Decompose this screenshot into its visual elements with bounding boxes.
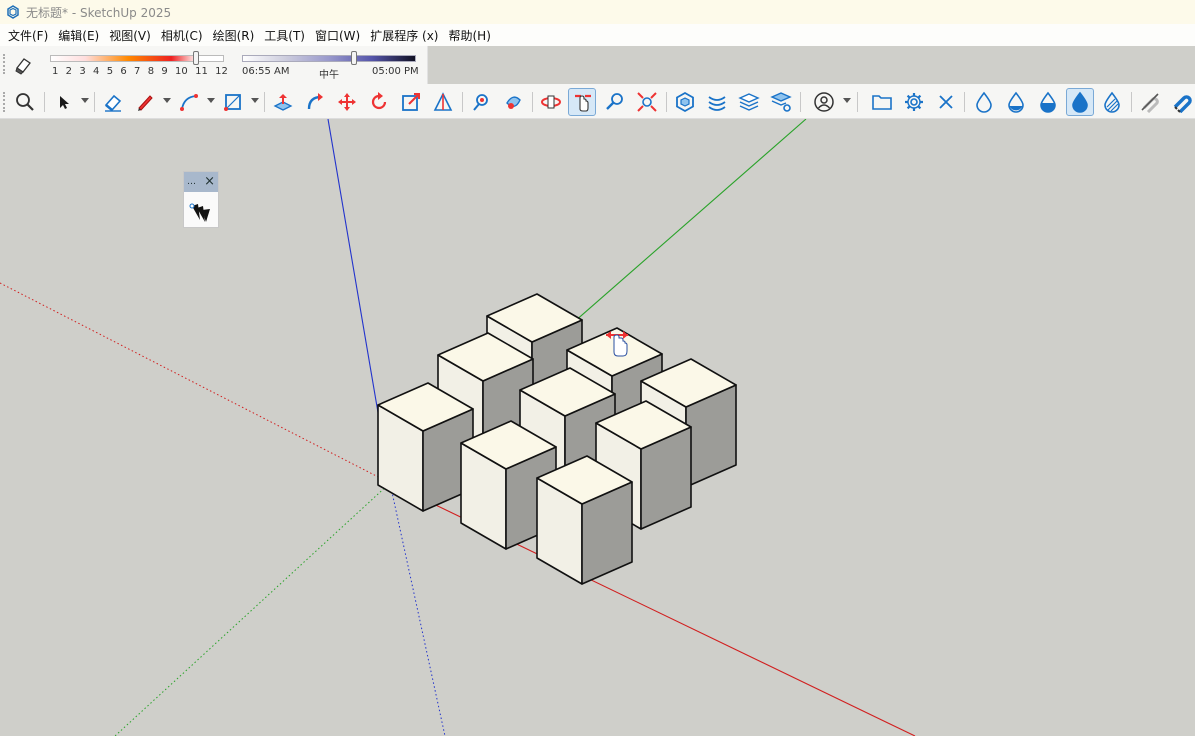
push-pull-icon[interactable] — [269, 88, 297, 116]
scale-icon[interactable] — [397, 88, 425, 116]
month-tick: 11 — [195, 66, 208, 77]
model-viewport[interactable] — [0, 119, 1195, 736]
time-start-label: 06:55 AM — [242, 66, 290, 77]
box-group[interactable] — [377, 293, 737, 585]
rotate-icon[interactable] — [365, 88, 393, 116]
tape-icon[interactable] — [429, 88, 457, 116]
menu-view[interactable]: 视图(V) — [105, 27, 155, 44]
month-tick: 1 — [52, 66, 59, 77]
close-icon[interactable]: × — [204, 175, 215, 188]
pan-icon[interactable] — [568, 88, 596, 116]
menu-camera[interactable]: 相机(C) — [157, 27, 207, 44]
toolbar-separator — [800, 92, 801, 112]
folder-icon[interactable] — [868, 88, 896, 116]
month-tick: 3 — [79, 66, 86, 77]
time-end-label: 05:00 PM — [372, 66, 419, 77]
toolbar-separator — [44, 92, 45, 112]
scene-canvas[interactable] — [0, 119, 1195, 736]
month-tick: 10 — [175, 66, 188, 77]
select-arrow-icon[interactable] — [49, 88, 77, 116]
styles-icon[interactable] — [767, 88, 795, 116]
drop-hatched-icon[interactable] — [1098, 88, 1126, 116]
account-icon[interactable] — [810, 88, 838, 116]
toolbar-separator — [264, 92, 265, 112]
zoom-icon[interactable] — [601, 88, 629, 116]
month-tick: 2 — [65, 66, 73, 77]
menu-bar: 文件(F) 编辑(E) 视图(V) 相机(C) 绘图(R) 工具(T) 窗口(W… — [0, 24, 1195, 46]
toolbar-separator — [964, 92, 965, 112]
magnet-off-icon[interactable] — [1136, 88, 1164, 116]
toolbar-separator — [462, 92, 463, 112]
drop-quarter-icon[interactable] — [1002, 88, 1030, 116]
month-tick: 7 — [134, 66, 141, 77]
shadow-toggle-icon[interactable] — [12, 54, 34, 76]
toolbar-separator — [857, 92, 858, 112]
menu-draw[interactable]: 绘图(R) — [209, 27, 259, 44]
magnet-on-icon[interactable] — [1168, 88, 1195, 116]
zoom-extents-icon[interactable] — [633, 88, 661, 116]
move-icon[interactable] — [333, 88, 361, 116]
toolbar-separator — [94, 92, 95, 112]
month-ticks: 1 2 3 4 5 6 7 8 9 10 11 12 — [52, 66, 228, 77]
toolbar-separator — [1131, 92, 1132, 112]
close-x-icon[interactable] — [932, 88, 960, 116]
menu-window[interactable]: 窗口(W) — [311, 27, 364, 44]
month-slider-thumb[interactable] — [193, 51, 199, 65]
settings-gear-icon[interactable] — [900, 88, 928, 116]
shape-dropdown-icon[interactable] — [251, 98, 259, 103]
red-axis-negative — [0, 282, 391, 484]
drop-half-icon[interactable] — [1034, 88, 1062, 116]
account-dropdown-icon[interactable] — [843, 98, 851, 103]
menu-extensions[interactable]: 扩展程序 (x) — [366, 27, 442, 44]
menu-tools[interactable]: 工具(T) — [260, 27, 309, 44]
floating-toolbar[interactable]: … × — [183, 171, 219, 228]
month-tick: 9 — [161, 66, 168, 77]
component-icon[interactable] — [671, 88, 699, 116]
main-toolbar — [0, 84, 1195, 119]
toolbar-grip[interactable] — [3, 92, 5, 112]
title-bar: 无标题* - SketchUp 2025 — [0, 0, 1195, 24]
drop-full-icon[interactable] — [1066, 88, 1094, 116]
toolbar-separator — [532, 92, 533, 112]
position-camera-icon[interactable] — [467, 88, 495, 116]
toolbar-separator — [666, 92, 667, 112]
blue-axis-negative — [389, 482, 446, 736]
line-dropdown-icon[interactable] — [163, 98, 171, 103]
month-tick: 5 — [106, 66, 114, 77]
solid-tools-icon[interactable] — [188, 200, 216, 226]
arc-icon[interactable] — [175, 88, 203, 116]
arc-dropdown-icon[interactable] — [207, 98, 215, 103]
green-axis-negative — [114, 482, 391, 736]
sketchup-logo-icon — [7, 5, 19, 19]
eraser-icon[interactable] — [99, 88, 127, 116]
floating-toolbar-header[interactable]: … × — [184, 172, 218, 192]
month-tick: 12 — [215, 66, 228, 77]
shadow-toolbar: 1 2 3 4 5 6 7 8 9 10 11 12 06:55 AM 中午 0… — [0, 46, 428, 84]
menu-help[interactable]: 帮助(H) — [444, 27, 494, 44]
rectangle-icon[interactable] — [219, 88, 247, 116]
sandbox-icon[interactable] — [703, 88, 731, 116]
follow-me-icon[interactable] — [301, 88, 329, 116]
time-slider[interactable] — [242, 55, 416, 62]
window-title: 无标题* - SketchUp 2025 — [26, 5, 172, 20]
more-icon[interactable]: … — [187, 178, 196, 187]
orbit-icon[interactable] — [537, 88, 565, 116]
menu-edit[interactable]: 编辑(E) — [54, 27, 103, 44]
time-slider-thumb[interactable] — [351, 51, 357, 65]
drop-empty-icon[interactable] — [970, 88, 998, 116]
month-tick: 6 — [120, 66, 127, 77]
time-mid-label: 中午 — [319, 70, 339, 81]
layers-icon[interactable] — [735, 88, 763, 116]
month-tick: 8 — [147, 66, 155, 77]
toolbar-grip[interactable] — [3, 54, 5, 74]
walk-icon[interactable] — [499, 88, 527, 116]
month-tick: 4 — [93, 66, 100, 77]
zoom-search-icon[interactable] — [11, 88, 39, 116]
select-dropdown-icon[interactable] — [81, 98, 89, 103]
pencil-line-icon[interactable] — [131, 88, 159, 116]
menu-file[interactable]: 文件(F) — [4, 27, 52, 44]
